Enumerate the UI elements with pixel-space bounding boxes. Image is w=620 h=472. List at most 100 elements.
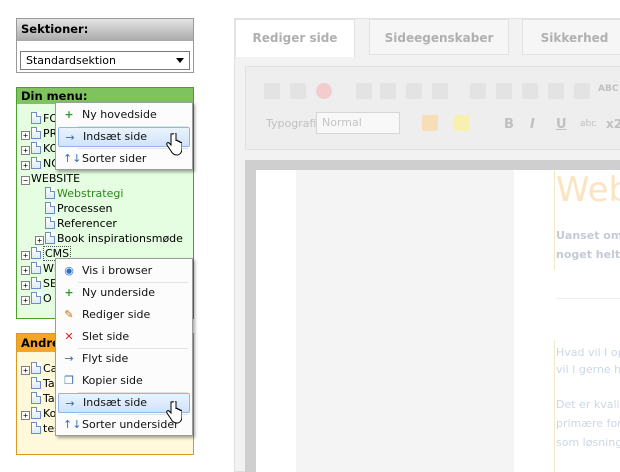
content-box-border xyxy=(554,340,555,472)
content-text-1: Hvad vil I op xyxy=(556,346,620,359)
tree-item[interactable]: Ta xyxy=(21,376,55,391)
page-icon xyxy=(45,217,55,229)
template-icon[interactable] xyxy=(356,83,372,99)
sort-icon: ↑↓ xyxy=(63,152,82,165)
underline-button[interactable]: U xyxy=(556,117,567,132)
expand-icon[interactable]: + xyxy=(21,281,30,290)
tree-item[interactable]: + KO xyxy=(21,141,58,156)
tree-item[interactable]: FO xyxy=(21,111,58,126)
tree-item[interactable]: Processen xyxy=(35,201,112,216)
bold-button[interactable]: B xyxy=(504,117,514,132)
tree-item-label: O xyxy=(43,292,52,305)
expand-icon[interactable]: + xyxy=(21,251,30,260)
strikethrough-button[interactable]: abc xyxy=(580,119,596,129)
tree-item[interactable]: Ta xyxy=(21,391,55,406)
tree-item-label: Webstrategi xyxy=(57,187,124,200)
tree-item-label: Ta xyxy=(43,377,55,390)
save-icon[interactable] xyxy=(290,83,306,99)
page-icon xyxy=(31,277,41,289)
cancel-icon[interactable] xyxy=(316,83,332,99)
text-color-icon[interactable] xyxy=(422,115,438,131)
tree-item[interactable]: tes xyxy=(21,421,60,436)
hand-cursor-icon xyxy=(166,401,182,424)
new-document-icon[interactable] xyxy=(264,83,280,99)
page-icon xyxy=(31,407,41,419)
paste-text-icon[interactable] xyxy=(548,83,564,99)
content-text-5: som løsning xyxy=(556,436,620,449)
spellcheck-icon[interactable]: ABC xyxy=(598,84,618,94)
tree-item-label: Referencer xyxy=(57,217,117,230)
context-menu-label: Vis i browser xyxy=(82,264,153,277)
edit-page-icon: ✎ xyxy=(64,308,74,321)
copy-page-icon: ❐ xyxy=(64,374,74,387)
tab-rediger-side[interactable]: Rediger side xyxy=(235,19,355,57)
page-icon xyxy=(31,112,41,124)
page-heading: Web xyxy=(556,170,620,210)
page-icon xyxy=(45,187,55,199)
subscript-button[interactable]: x2 xyxy=(606,117,620,131)
tree-item[interactable]: + SE xyxy=(21,276,57,291)
context-menu-item[interactable]: ❐ Kopier side xyxy=(58,371,190,391)
sections-title: Sektioner: xyxy=(17,19,193,41)
expand-icon[interactable]: + xyxy=(21,411,30,420)
preview-icon[interactable] xyxy=(406,83,422,99)
context-menu-label: Kopier side xyxy=(82,374,143,387)
tree-item[interactable]: + PR xyxy=(21,126,57,141)
intro-text-line1: Uanset om xyxy=(556,229,620,242)
page-icon xyxy=(45,202,55,214)
style-select[interactable]: Normal xyxy=(316,112,400,134)
page-icon xyxy=(45,232,55,244)
page-icon xyxy=(31,127,41,139)
context-menu-label: Flyt side xyxy=(82,352,129,365)
tree-item-label: WEBSITE xyxy=(31,172,81,185)
tree-item[interactable]: Webstrategi xyxy=(35,186,123,201)
copy-icon[interactable] xyxy=(496,83,512,99)
tree-item[interactable]: + Book inspirationsmøde xyxy=(35,231,183,246)
context-menu-item[interactable]: + Ny underside xyxy=(58,283,190,303)
expand-icon[interactable]: + xyxy=(21,366,30,375)
content-text-4: primære for xyxy=(556,417,620,430)
tree-item-label: Ta xyxy=(43,392,55,405)
tree-item[interactable]: Referencer xyxy=(35,216,117,231)
paste-icon[interactable] xyxy=(522,83,538,99)
tree-item[interactable]: − WEBSITE xyxy=(21,171,80,186)
italic-button[interactable]: I xyxy=(530,117,535,132)
dropdown-arrow-icon[interactable] xyxy=(176,58,184,63)
collapse-icon[interactable]: − xyxy=(21,176,30,185)
page-properties-icon[interactable] xyxy=(432,83,448,99)
context-menu-item[interactable]: ✕ Slet side xyxy=(58,327,190,347)
paste-word-icon[interactable] xyxy=(574,83,590,99)
tree-item-label: Processen xyxy=(57,202,113,215)
move-page-icon: → xyxy=(64,352,74,365)
page-icon xyxy=(31,377,41,389)
tree-item[interactable]: + Ca xyxy=(21,361,57,376)
cut-icon[interactable] xyxy=(470,83,486,99)
context-menu-label: Ny hovedside xyxy=(82,108,157,121)
page-icon xyxy=(31,157,41,169)
bg-color-icon[interactable] xyxy=(454,115,470,131)
page-icon xyxy=(31,292,41,304)
context-menu-item[interactable]: → Flyt side xyxy=(58,349,190,369)
context-menu-item[interactable]: ◉ Vis i browser xyxy=(58,261,190,281)
tree-item[interactable]: + Ko xyxy=(21,406,56,421)
section-select-value: Standardsektion xyxy=(26,54,116,67)
context-menu-item[interactable]: ✎ Rediger side xyxy=(58,305,190,325)
tab-sikkerhed[interactable]: Sikkerhed xyxy=(522,19,620,55)
tab-sideegenskaber[interactable]: Sideegenskaber xyxy=(369,19,509,55)
expand-icon[interactable]: + xyxy=(21,146,30,155)
expand-icon[interactable]: + xyxy=(35,236,44,245)
tree-item[interactable]: + O xyxy=(21,291,52,306)
context-menu-label: Sorter undersider xyxy=(82,418,179,431)
template-edit-icon[interactable] xyxy=(380,83,396,99)
expand-icon[interactable]: + xyxy=(21,161,30,170)
expand-icon[interactable]: + xyxy=(21,296,30,305)
style-select-value: Normal xyxy=(322,116,362,129)
context-menu-label: Sorter sider xyxy=(82,152,147,165)
expand-icon[interactable]: + xyxy=(21,266,30,275)
context-menu-item[interactable]: + Ny hovedside xyxy=(58,105,190,125)
content-rule xyxy=(556,298,620,299)
expand-icon[interactable]: + xyxy=(21,131,30,140)
section-select[interactable]: Standardsektion xyxy=(20,51,190,70)
context-menu-label: Ny underside xyxy=(82,286,155,299)
content-text-3: Det er kvali xyxy=(556,398,620,411)
